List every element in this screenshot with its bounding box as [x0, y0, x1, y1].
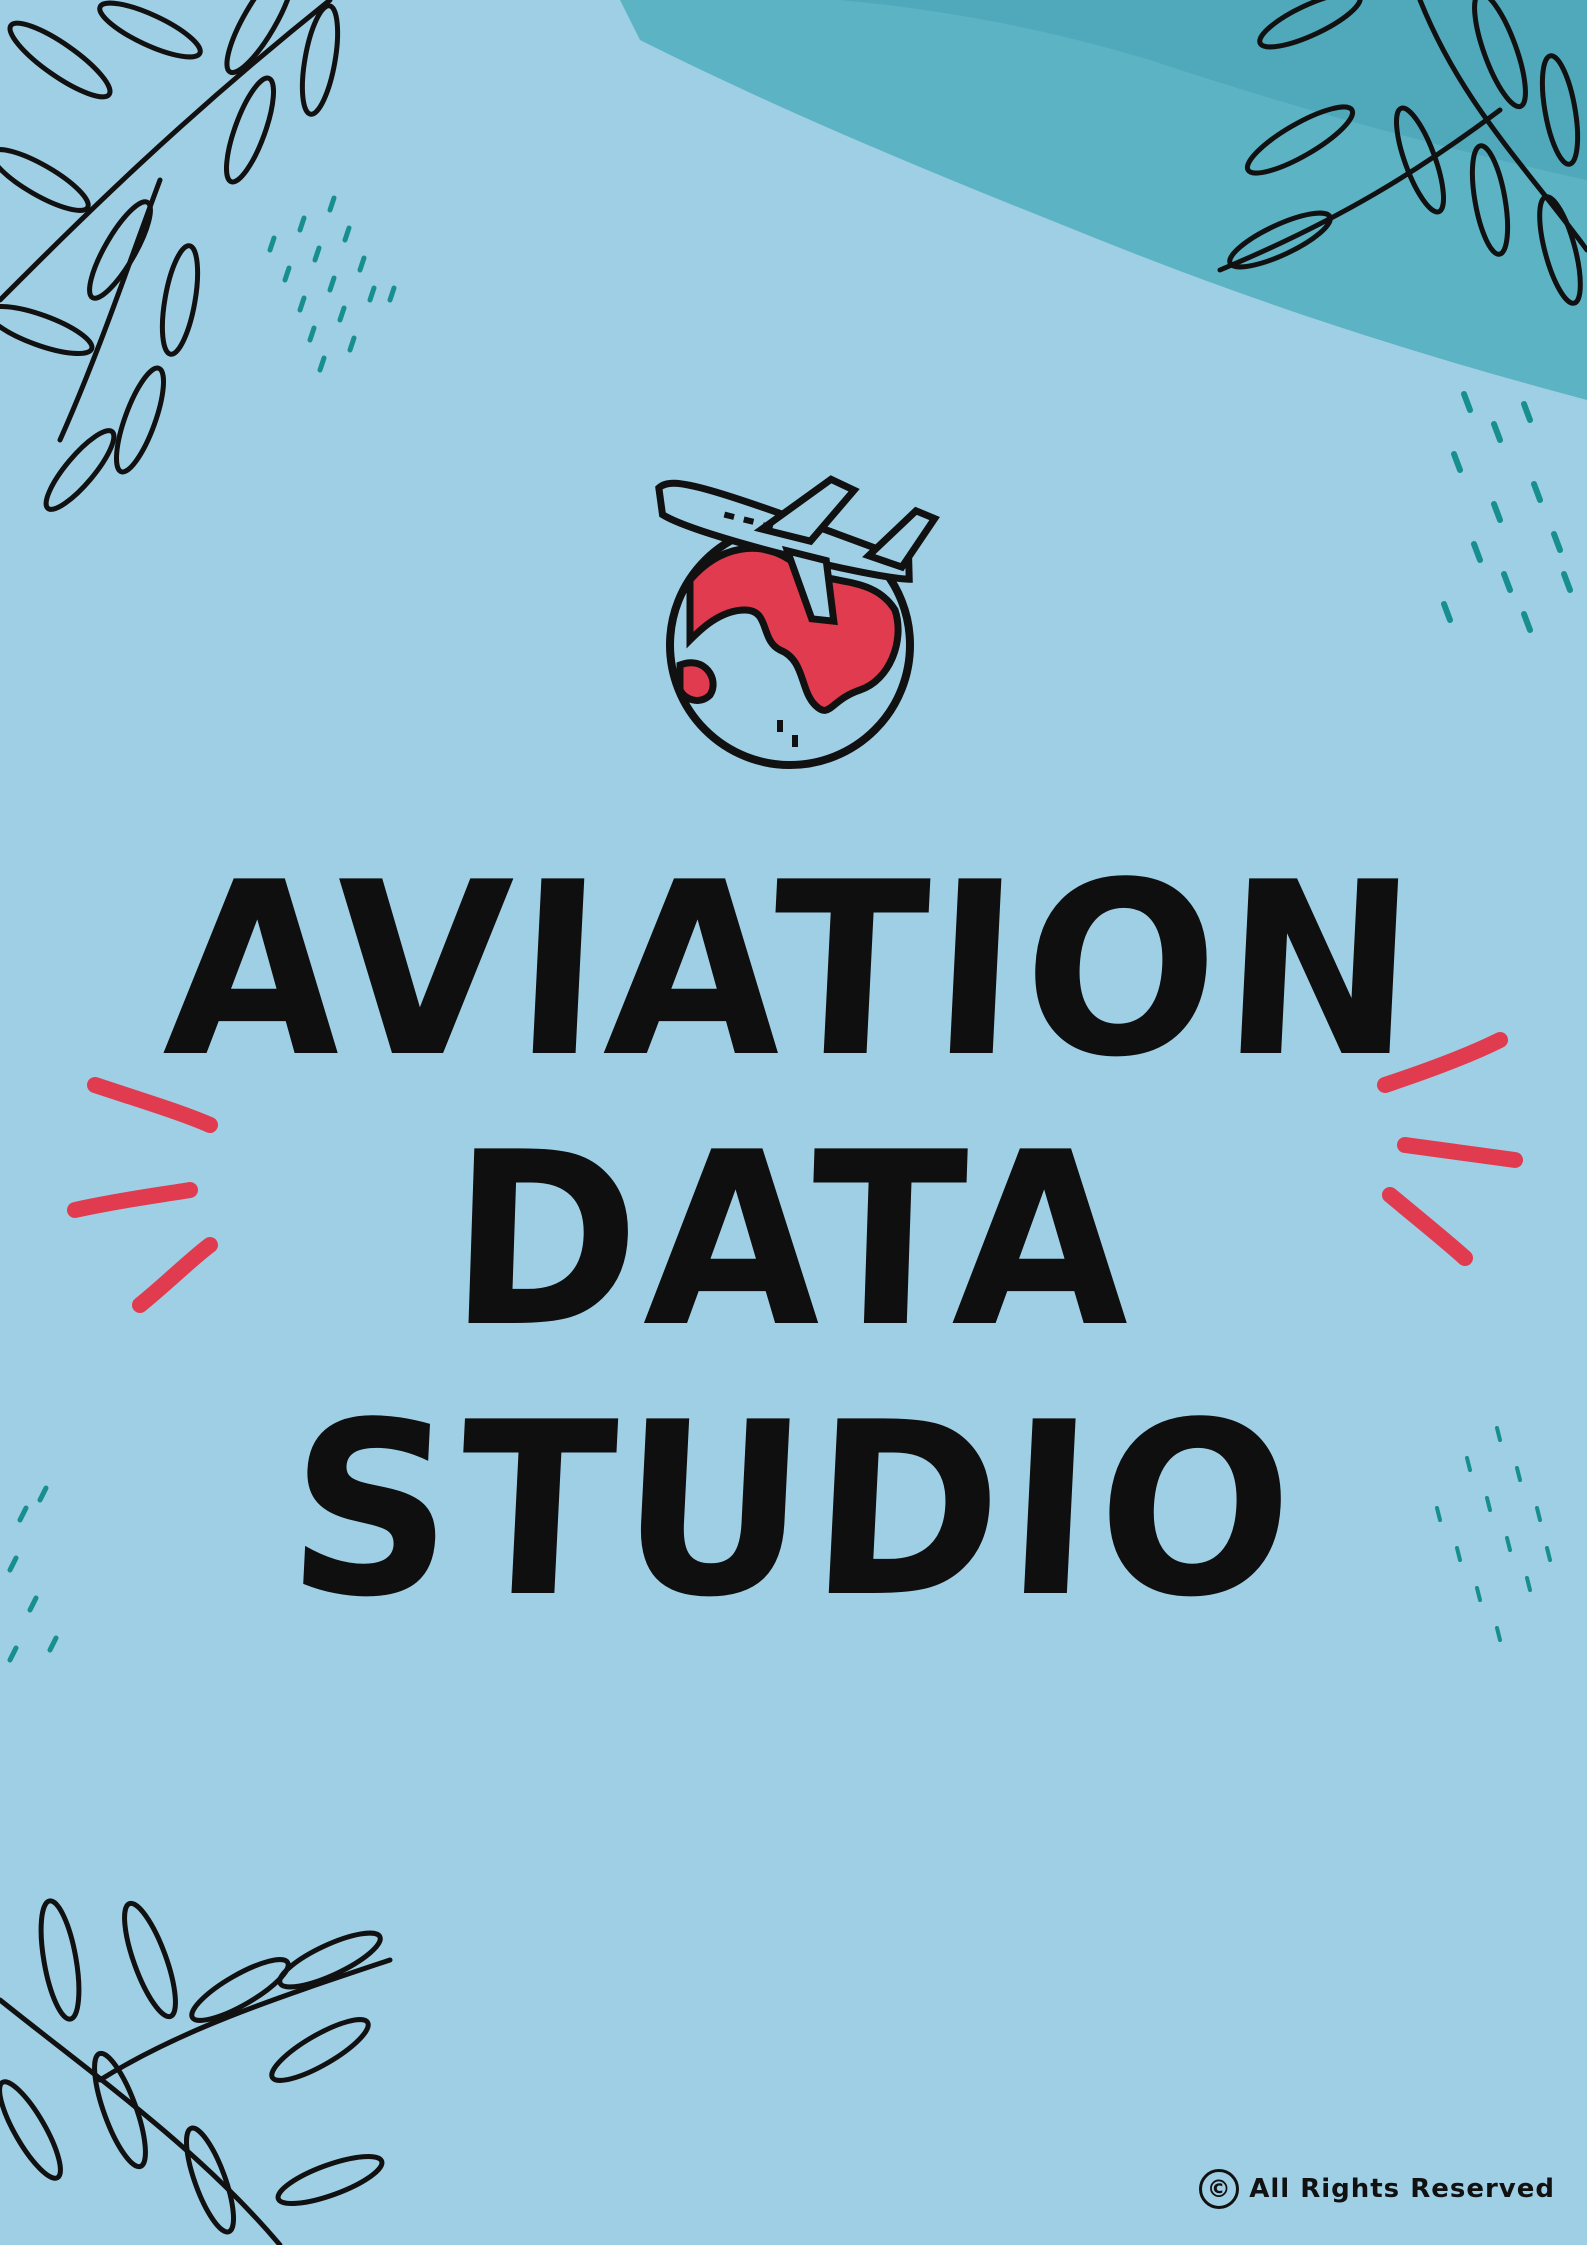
title-line-data: DATA	[445, 1100, 1142, 1380]
dot-texture-right	[1441, 391, 1573, 633]
plane-globe-icon	[655, 475, 940, 769]
copyright-icon: ©	[1199, 2169, 1240, 2209]
leaf-branch-top-left-icon	[0, 0, 341, 512]
leaf-branch-bottom-left-icon	[0, 1898, 393, 2245]
copyright-footer: © All Rights Reserved	[1199, 2163, 1555, 2215]
title-line-aviation: AVIATION	[159, 830, 1428, 1110]
dot-texture-top-left	[267, 195, 397, 373]
title-line-studio: STUDIO	[282, 1370, 1305, 1650]
copyright-text: All Rights Reserved	[1249, 2174, 1555, 2204]
